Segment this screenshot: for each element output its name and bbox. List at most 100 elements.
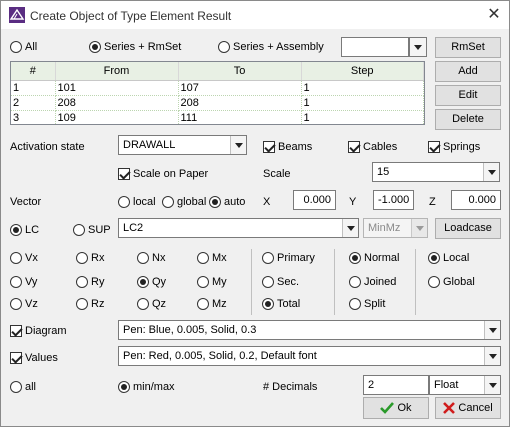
beams-label: Beams <box>278 141 313 153</box>
component-label: Rz <box>91 298 105 310</box>
section-total-label: Total <box>277 298 301 310</box>
table-cell[interactable]: 1 <box>11 80 56 96</box>
table-cell[interactable]: 208 <box>178 95 302 111</box>
component-radio[interactable] <box>197 276 209 288</box>
delete-button[interactable]: Delete <box>435 109 501 130</box>
chevron-down-icon <box>411 219 427 237</box>
filter-minmax-radio[interactable] <box>118 381 130 393</box>
mode-normal-label: Normal <box>364 252 400 264</box>
chevron-down-icon <box>484 376 500 394</box>
loadcase-button[interactable]: Loadcase <box>435 218 501 239</box>
table-cell[interactable]: 111 <box>178 110 302 124</box>
vector-auto-radio[interactable] <box>209 196 221 208</box>
vector-local-label: local <box>133 196 156 208</box>
table-cell[interactable]: 107 <box>178 80 302 96</box>
diagram-checkbox[interactable] <box>10 325 22 337</box>
table-cell[interactable]: 101 <box>55 80 179 96</box>
axes-global-radio[interactable] <box>428 276 440 288</box>
assembly-combo[interactable] <box>341 37 409 57</box>
springs-label: Springs <box>443 141 481 153</box>
mode-joined-radio[interactable] <box>349 276 361 288</box>
component-radio[interactable] <box>197 298 209 310</box>
section-total-radio[interactable] <box>262 298 274 310</box>
column-header[interactable]: To <box>178 62 302 81</box>
component-radio[interactable] <box>76 298 88 310</box>
component-radio[interactable] <box>197 252 209 264</box>
cancel-button[interactable]: Cancel <box>435 397 501 419</box>
series-table: # From To Step 1 101 107 1 2 208 208 1 3… <box>10 61 425 125</box>
chevron-down-icon <box>410 38 426 56</box>
filter-minmax-label: min/max <box>133 381 175 393</box>
component-radio-selected[interactable] <box>137 276 149 288</box>
springs-checkbox[interactable] <box>428 141 440 153</box>
scale-select[interactable]: 15 <box>372 162 500 182</box>
close-icon[interactable]: ✕ <box>479 1 509 29</box>
add-button[interactable]: Add <box>435 61 501 82</box>
table-cell[interactable]: 1 <box>301 80 424 96</box>
component-radio[interactable] <box>137 298 149 310</box>
table-cell[interactable]: 208 <box>55 95 179 111</box>
ok-label: Ok <box>397 402 412 414</box>
divider <box>251 249 252 315</box>
vector-local-radio[interactable] <box>118 196 130 208</box>
table-row[interactable]: 3 109 111 1 <box>11 110 424 124</box>
loadcase-select[interactable]: LC2 <box>118 218 359 238</box>
vector-z-input[interactable]: 0.000 <box>451 190 501 210</box>
column-header[interactable]: From <box>55 62 179 81</box>
cables-checkbox[interactable] <box>348 141 360 153</box>
values-checkbox[interactable] <box>10 352 22 364</box>
assembly-combo-dropdown[interactable] <box>409 37 427 57</box>
filter-all-label: all <box>25 381 37 393</box>
chevron-down-icon <box>483 163 499 181</box>
filter-all-radio[interactable] <box>10 381 22 393</box>
radio-all[interactable] <box>10 41 22 53</box>
decimals-input[interactable]: 2 <box>363 375 429 395</box>
rmset-button[interactable]: RmSet <box>435 37 501 58</box>
vector-y-input[interactable]: -1.000 <box>373 190 414 210</box>
component-radio[interactable] <box>76 276 88 288</box>
lc-radio[interactable] <box>10 224 22 236</box>
table-cell[interactable]: 1 <box>301 95 424 111</box>
values-pen-select[interactable]: Pen: Red, 0.005, Solid, 0.2, Default fon… <box>118 346 501 366</box>
table-cell[interactable]: 2 <box>11 95 56 111</box>
table-cell[interactable]: 3 <box>11 110 56 124</box>
radio-series-assembly[interactable] <box>218 41 230 53</box>
component-radio[interactable] <box>76 252 88 264</box>
vector-global-label: global <box>177 196 207 208</box>
activation-state-select[interactable]: DRAWALL <box>118 135 247 155</box>
beams-checkbox[interactable] <box>263 141 275 153</box>
radio-series-assembly-label: Series + Assembly <box>233 41 324 53</box>
number-format-select[interactable]: Float <box>429 375 501 395</box>
scale-on-paper-checkbox[interactable] <box>118 168 130 180</box>
table-row[interactable]: 2 208 208 1 <box>11 95 424 111</box>
vector-global-radio[interactable] <box>162 196 174 208</box>
diagram-pen-select[interactable]: Pen: Blue, 0.005, Solid, 0.3 <box>118 320 501 340</box>
table-cell[interactable]: 109 <box>55 110 179 124</box>
app-icon <box>9 7 25 23</box>
component-radio[interactable] <box>10 252 22 264</box>
table-cell[interactable]: 1 <box>301 110 424 124</box>
checkmark-icon <box>380 402 395 414</box>
vector-x-input[interactable]: 0.000 <box>293 190 336 210</box>
component-radio[interactable] <box>10 298 22 310</box>
column-header[interactable]: Step <box>301 62 424 81</box>
edit-button[interactable]: Edit <box>435 85 501 106</box>
column-header[interactable]: # <box>11 62 56 81</box>
ok-button[interactable]: Ok <box>363 397 429 419</box>
table-header: # From To Step <box>11 62 424 81</box>
section-sec-radio[interactable] <box>262 276 274 288</box>
mode-normal-radio[interactable] <box>349 252 361 264</box>
component-label: Vy <box>25 276 38 288</box>
component-radio[interactable] <box>10 276 22 288</box>
component-label: Rx <box>91 252 105 264</box>
component-label: My <box>212 276 227 288</box>
cancel-label: Cancel <box>458 402 493 414</box>
section-primary-radio[interactable] <box>262 252 274 264</box>
table-row[interactable]: 1 101 107 1 <box>11 80 424 96</box>
sup-radio[interactable] <box>73 224 85 236</box>
axes-local-radio[interactable] <box>428 252 440 264</box>
minmax-select[interactable]: MinMz <box>363 218 428 238</box>
component-radio[interactable] <box>137 252 149 264</box>
mode-split-radio[interactable] <box>349 298 361 310</box>
radio-series-rmset[interactable] <box>89 41 101 53</box>
